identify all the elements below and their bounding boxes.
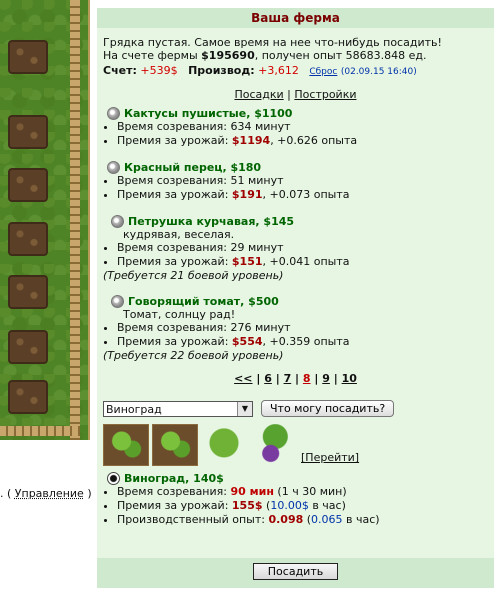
plant-item: Говорящий томат, $500 Томат, солнцу рад!…: [97, 295, 494, 362]
requirement: (Требуется 22 боевой уровень): [103, 349, 284, 362]
field-plot[interactable]: [8, 40, 48, 74]
leaf-stage-image: [152, 424, 198, 466]
plant-radio[interactable]: [111, 295, 124, 308]
reset-link[interactable]: Сброс: [309, 67, 337, 77]
harvest-reward: Премия за урожай: $191, +0.073 опыта: [117, 188, 488, 202]
sprout-stage-image: [103, 424, 149, 466]
tab-buildings[interactable]: Постройки: [294, 88, 356, 101]
plant-name: Говорящий томат: [128, 295, 241, 308]
plant-description: кудрявая, веселая.: [123, 228, 235, 241]
pager-prev[interactable]: <<: [234, 372, 252, 385]
what-can-plant-button[interactable]: Что могу посадить?: [261, 400, 395, 417]
growth-stages: [Перейти]: [103, 424, 494, 466]
plant-name: Петрушка курчавая: [128, 215, 256, 228]
growth-time: Время созревания: 90 мин (1 ч 30 мин): [117, 485, 488, 499]
status-line: Грядка пустая. Самое время на нее что-ни…: [103, 36, 442, 49]
field-plot[interactable]: [8, 115, 48, 149]
selected-plant: Виноград, 140$ Время созревания: 90 мин …: [97, 472, 494, 527]
account-delta: +539$: [140, 64, 178, 77]
balance-line: На счете фермы $195690, получен опыт 586…: [103, 49, 427, 62]
tab-plantings[interactable]: Посадки: [234, 88, 283, 101]
pager-page[interactable]: 9: [322, 372, 330, 385]
farm-field[interactable]: [0, 0, 90, 440]
fence: [70, 0, 80, 440]
pagination: << | 6 | 7 | 8 | 9 | 10: [234, 372, 357, 385]
management-link[interactable]: Управление: [15, 487, 84, 500]
production-delta: +3,612: [258, 64, 299, 77]
management-link-row: . ( Управление ): [0, 487, 92, 500]
pager-page-current[interactable]: 8: [303, 372, 311, 385]
plant-button[interactable]: Посадить: [252, 563, 339, 580]
panel-footer: Посадить: [97, 558, 494, 588]
stats-line: Счет: +539$ Производ: +3,612 Сброс (02.0…: [103, 64, 417, 77]
growth-time: Время созревания: 29 минут: [117, 241, 488, 255]
harvest-reward: Премия за урожай: $151, +0.041 опыта: [117, 255, 488, 269]
panel-title: Ваша ферма: [97, 8, 494, 28]
harvest-reward: Премия за урожай: 155$ (10.00$ в час): [117, 499, 488, 513]
plant-radio[interactable]: [111, 215, 124, 228]
pager-page[interactable]: 7: [284, 372, 292, 385]
plant-price: , $500: [240, 295, 279, 308]
tabs: Посадки | Постройки: [234, 88, 357, 101]
reset-date: (02.09.15 16:40): [340, 67, 417, 77]
field-plot[interactable]: [8, 275, 48, 309]
selected-radio[interactable]: [107, 472, 120, 485]
plant-item: Кактусы пушистые , $1100 Время созревани…: [97, 107, 494, 148]
growth-time: Время созревания: 276 минут: [117, 321, 488, 335]
plant-price: , $180: [222, 161, 262, 174]
field-plot[interactable]: [8, 168, 48, 202]
growth-time: Время созревания: 51 минут: [117, 174, 488, 188]
selected-plant-name: Виноград, 140$: [124, 472, 224, 485]
plant-name: Кактусы пушистые: [124, 107, 247, 120]
chevron-down-icon[interactable]: ▼: [237, 401, 252, 416]
vine-stage-image: [201, 424, 247, 466]
plant-select[interactable]: Виноград ▼: [103, 400, 253, 417]
growth-time: Время созревания: 634 минут: [117, 120, 488, 134]
plant-price: , $1100: [246, 107, 293, 120]
plant-item: Петрушка курчавая , $145 кудрявая, весел…: [97, 215, 494, 282]
field-plot[interactable]: [8, 222, 48, 256]
production-exp: Производственный опыт: 0.098 (0.065 в ча…: [117, 513, 488, 527]
plant-name: Красный перец: [124, 161, 223, 174]
field-plot[interactable]: [8, 380, 48, 414]
plant-radio[interactable]: [107, 107, 120, 120]
go-link[interactable]: [Перейти]: [301, 451, 359, 464]
plant-description: Томат, солнцу рад!: [123, 308, 236, 321]
plant-select-row: Виноград ▼ Что могу посадить?: [103, 400, 494, 417]
harvest-reward: Премия за урожай: $1194, +0.626 опыта: [117, 134, 488, 148]
balance-value: $195690: [201, 49, 255, 62]
pager-page[interactable]: 10: [342, 372, 357, 385]
farm-status: Грядка пустая. Самое время на нее что-ни…: [97, 28, 494, 79]
grape-stage-image: [250, 424, 296, 466]
farm-panel: Ваша ферма Грядка пустая. Самое время на…: [97, 8, 494, 588]
fence: [0, 426, 80, 436]
field-plot[interactable]: [8, 330, 48, 364]
pager-page[interactable]: 6: [264, 372, 272, 385]
requirement: (Требуется 21 боевой уровень): [103, 269, 284, 282]
plant-radio[interactable]: [107, 161, 120, 174]
plant-item: Красный перец, $180 Время созревания: 51…: [97, 161, 494, 202]
plant-price: , $145: [255, 215, 295, 228]
harvest-reward: Премия за урожай: $554, +0.359 опыта: [117, 335, 488, 349]
